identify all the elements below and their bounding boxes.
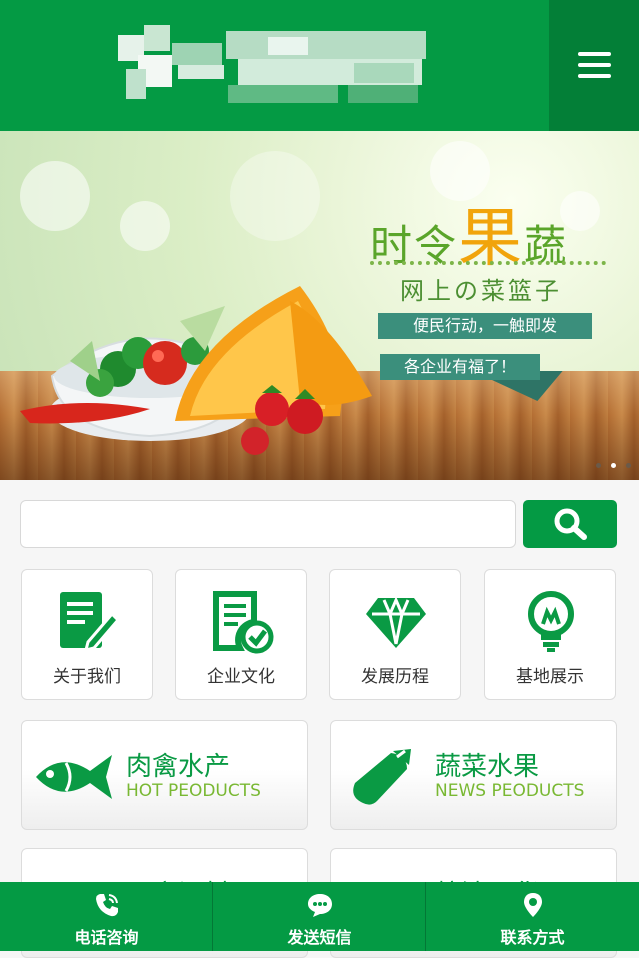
- banner-slider[interactable]: 时令果蔬 网上の菜篮子 便民行动，一触即发 各企业有福了！: [0, 131, 639, 480]
- category-subtitle: HOT PEODUCTS: [126, 781, 261, 801]
- phone-consult-button[interactable]: 电话咨询: [0, 882, 213, 951]
- category-name: 蔬菜水果: [435, 752, 540, 782]
- menu-button[interactable]: [549, 0, 639, 131]
- footer-label: 发送短信: [287, 928, 352, 947]
- slider-dot-active[interactable]: [611, 463, 616, 468]
- slider-dots: [586, 453, 631, 472]
- eggplant-icon: [353, 749, 411, 805]
- category-meat-seafood[interactable]: 肉禽水产 HOT PEODUCTS: [21, 720, 308, 830]
- contact-info-button[interactable]: 联系方式: [426, 882, 639, 951]
- tile-about-us[interactable]: 关于我们: [21, 569, 153, 700]
- hamburger-icon-bar: [578, 74, 611, 78]
- hamburger-icon-bar: [578, 63, 611, 67]
- banner-divider: [370, 261, 606, 265]
- send-sms-button[interactable]: 发送短信: [213, 882, 426, 951]
- lightbulb-icon: [528, 591, 574, 652]
- banner-ribbon-2: 各企业有福了！: [380, 354, 540, 380]
- tile-label: 基地展示: [516, 667, 584, 687]
- category-subtitle: NEWS PEODUCTS: [435, 781, 585, 801]
- banner-ribbon-1: 便民行动，一触即发: [378, 313, 592, 339]
- tile-base-showcase[interactable]: 基地展示: [484, 569, 616, 700]
- search-button[interactable]: [523, 500, 617, 548]
- hamburger-icon: [578, 52, 611, 56]
- footer-label: 电话咨询: [74, 928, 139, 947]
- tile-corporate-culture[interactable]: 企业文化: [175, 569, 307, 700]
- bottom-toolbar: 电话咨询 发送短信 联系方式: [0, 882, 639, 951]
- message-icon: [308, 894, 332, 917]
- slider-dot[interactable]: [626, 463, 631, 468]
- slider-dot[interactable]: [596, 463, 601, 468]
- phone-icon: [96, 894, 118, 917]
- tile-history[interactable]: 发展历程: [329, 569, 461, 700]
- note-pen-icon: [60, 592, 120, 653]
- search-input[interactable]: [20, 500, 516, 548]
- header: [0, 0, 639, 131]
- logo[interactable]: [118, 25, 436, 110]
- tile-label: 关于我们: [53, 667, 121, 687]
- footer-label: 联系方式: [500, 928, 565, 947]
- diamond-icon: [366, 596, 426, 648]
- vegetable-fruit-image: [20, 286, 372, 455]
- search-icon: [554, 508, 587, 540]
- document-check-icon: [213, 591, 274, 654]
- fish-icon: [36, 755, 112, 799]
- banner-title: 时令果蔬: [370, 202, 569, 276]
- category-name: 肉禽水产: [126, 752, 231, 782]
- tile-label: 发展历程: [361, 667, 429, 687]
- location-pin-icon: [524, 893, 542, 917]
- category-vegetables-fruits[interactable]: 蔬菜水果 NEWS PEODUCTS: [330, 720, 617, 830]
- banner-subtitle: 网上の菜篮子: [400, 277, 562, 305]
- tile-label: 企业文化: [207, 667, 275, 687]
